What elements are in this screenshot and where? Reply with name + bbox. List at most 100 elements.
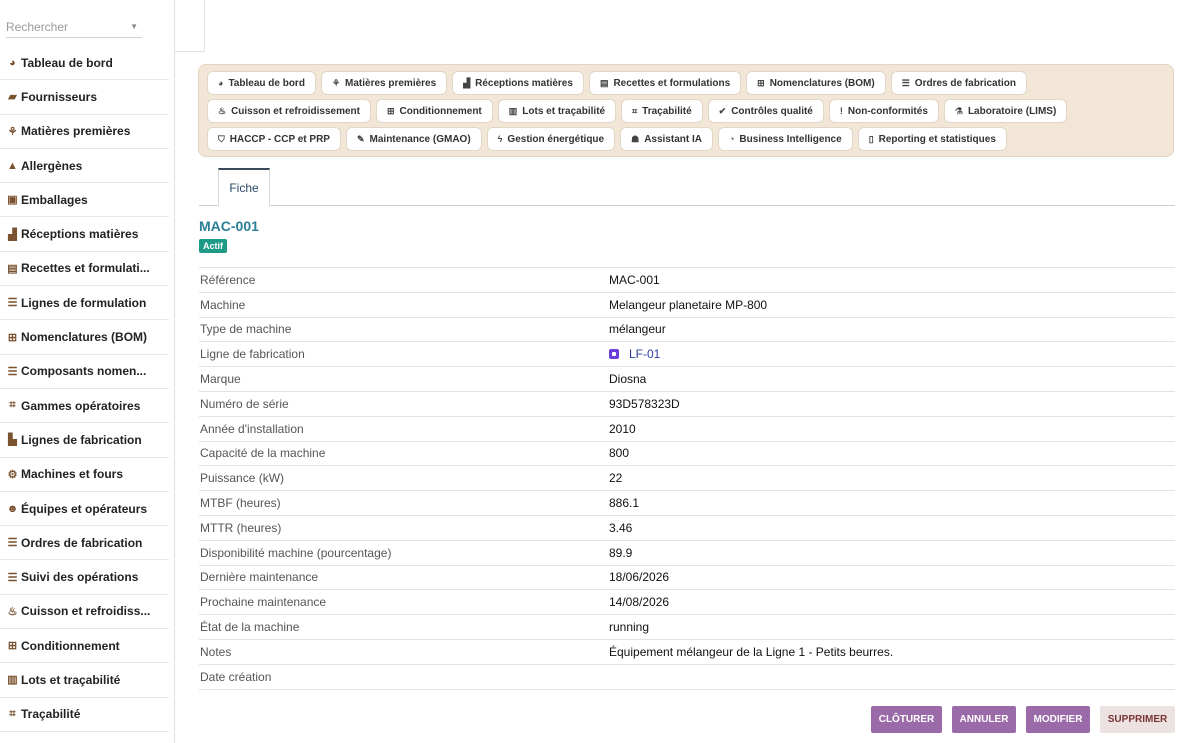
chart-pie-icon: ◔: [728, 134, 735, 144]
field-label: Référence: [200, 272, 256, 287]
sidebar-item-label: Lignes de formulation: [21, 295, 147, 310]
supprimer-button[interactable]: SUPPRIMER: [1100, 706, 1175, 733]
sidebar-item-2[interactable]: ⚘ Matières premières: [0, 115, 169, 149]
field-label: Type de machine: [200, 322, 292, 337]
field-value: 18/06/2026: [609, 570, 670, 585]
sidebar-item-label: Gammes opératoires: [21, 398, 141, 413]
search-input[interactable]: [6, 18, 126, 34]
field-label: Capacité de la machine: [200, 446, 326, 461]
sidebar-item-label: Emballages: [21, 192, 88, 207]
sidebar-item-16[interactable]: ♨ Cuisson et refroidiss...: [0, 595, 169, 630]
module-chip-2[interactable]: ▟ Réceptions matières: [452, 71, 584, 95]
sidebar-item-15[interactable]: ☰ Suivi des opérations: [0, 560, 169, 595]
sidebar-item-12[interactable]: ⚙ Machines et fours: [0, 458, 169, 492]
field-value: Diosna: [609, 372, 647, 387]
module-chip-3[interactable]: ▤ Recettes et formulations: [588, 71, 742, 95]
module-chip-11[interactable]: ! Non-conformités: [828, 99, 939, 123]
field-value: mélangeur: [609, 322, 666, 337]
module-chip-9[interactable]: ⌗ Traçabilité: [621, 99, 703, 123]
module-chip-5[interactable]: ☰ Ordres de fabrication: [890, 71, 1027, 95]
sidebar-item-0[interactable]: ◕ Tableau de bord: [0, 46, 169, 81]
module-chip-12[interactable]: ⚗ Laboratoire (LIMS): [943, 99, 1068, 123]
field-value: Équipement mélangeur de la Ligne 1 - Pet…: [609, 644, 894, 659]
field-label: Prochaine maintenance: [200, 595, 327, 610]
exclamation-circle-icon: !: [839, 106, 843, 116]
sidebar-item-3[interactable]: ▲ Allergènes: [0, 149, 169, 184]
sidebar-item-11[interactable]: ▙ Lignes de fabrication: [0, 423, 169, 458]
field-value: 22: [609, 471, 623, 486]
sidebar-nav: ◕ Tableau de bord ▰ Fournisseurs ⚘ Matières p…: [0, 46, 169, 732]
sidebar-item-17[interactable]: ⊞ Conditionnement: [0, 629, 169, 664]
field-value: 89.9: [609, 545, 633, 560]
field-label: Numéro de série: [200, 396, 289, 411]
field-row: Référence MAC-001: [199, 268, 1175, 293]
field-row: MTTR (heures) 3.46: [199, 516, 1175, 541]
modifier-button[interactable]: MODIFIER: [1026, 706, 1090, 733]
field-row: Prochaine maintenance 14/08/2026: [199, 590, 1175, 616]
module-chip-label: Gestion énergétique: [507, 133, 605, 145]
dashboard-icon: ◕: [218, 78, 224, 88]
module-chip-17[interactable]: ◔ Business Intelligence: [717, 127, 853, 151]
module-chip-label: Contrôles qualité: [731, 105, 813, 117]
sidebar-item-5[interactable]: ▟ Réceptions matières: [0, 217, 169, 252]
module-chip-13[interactable]: ⛉ HACCP - CCP et PRP: [207, 127, 341, 151]
module-chip-16[interactable]: ☗ Assistant IA: [620, 127, 713, 151]
field-row: Marque Diosna: [199, 367, 1175, 392]
module-chip-4[interactable]: ⊞ Nomenclatures (BOM): [746, 71, 886, 95]
module-chip-15[interactable]: ϟ Gestion énergétique: [486, 127, 616, 151]
field-label: MTBF (heures): [200, 496, 281, 511]
book-icon: ▤: [7, 262, 18, 275]
file-icon: ▯: [868, 133, 874, 144]
sidebar-item-4[interactable]: ▣ Emballages: [0, 183, 169, 218]
module-chip-label: Laboratoire (LIMS): [967, 105, 1057, 117]
wrench-icon: ✎: [356, 133, 365, 144]
module-chip-label: Recettes et formulations: [613, 77, 731, 89]
seedling-icon: ⚘: [7, 125, 18, 138]
sidebar-item-19[interactable]: ⌗ Traçabilité: [0, 698, 169, 732]
field-row: Année d'installation 2010: [199, 417, 1175, 442]
module-chip-label: Traçabilité: [642, 105, 692, 117]
bolt-icon: ϟ: [497, 134, 503, 144]
search-box[interactable]: ▼: [6, 18, 142, 38]
field-row: Puissance (kW) 22: [199, 466, 1175, 492]
module-chip-1[interactable]: ⚘ Matières premières: [320, 71, 448, 95]
sidebar-item-6[interactable]: ▤ Recettes et formulati...: [0, 252, 169, 287]
module-chip-8[interactable]: ▥ Lots et traçabilité: [497, 99, 617, 123]
module-chip-7[interactable]: ⊞ Conditionnement: [376, 99, 493, 123]
sidebar-item-label: Lots et traçabilité: [21, 672, 121, 687]
list-icon: ☰: [901, 77, 910, 88]
annuler-button[interactable]: ANNULER: [952, 706, 1016, 733]
sidebar-item-18[interactable]: ▥ Lots et traçabilité: [0, 663, 169, 698]
module-chip-6[interactable]: ♨ Cuisson et refroidissement: [207, 99, 371, 123]
sidebar-item-8[interactable]: ⊞ Nomenclatures (BOM): [0, 320, 169, 355]
field-row: MTBF (heures) 886.1: [199, 491, 1175, 516]
field-row: Dernière maintenance 18/06/2026: [199, 566, 1175, 591]
cloturer-button[interactable]: CLÔTURER: [871, 706, 942, 733]
module-chip-14[interactable]: ✎ Maintenance (GMAO): [345, 127, 482, 151]
field-label: État de la machine: [200, 620, 300, 635]
module-chip-18[interactable]: ▯ Reporting et statistiques: [857, 127, 1007, 151]
shield-icon: ⛉: [218, 133, 225, 144]
cogs-icon: ⚙: [7, 468, 18, 481]
sidebar-item-1[interactable]: ▰ Fournisseurs: [0, 80, 169, 115]
seedling-icon: ⚘: [331, 77, 341, 88]
tab-fiche[interactable]: Fiche: [218, 168, 270, 206]
record-fields: Référence MAC-001 Machine Melangeur planeta…: [199, 267, 1175, 690]
module-chip-0[interactable]: ◕ Tableau de bord: [207, 71, 316, 95]
sidebar-item-13[interactable]: ☻ Équipes et opérateurs: [0, 492, 169, 527]
sidebar-item-10[interactable]: ⌗ Gammes opératoires: [0, 389, 169, 424]
fire-icon: ♨: [218, 105, 227, 116]
sidebar-item-14[interactable]: ☰ Ordres de fabrication: [0, 526, 169, 561]
module-chip-10[interactable]: ✔ Contrôles qualité: [707, 99, 824, 123]
sidebar-item-9[interactable]: ☰ Composants nomen...: [0, 355, 169, 389]
route-icon: ⌗: [9, 399, 16, 412]
production-line-icon: [609, 349, 619, 360]
sidebar-item-7[interactable]: ☰ Lignes de formulation: [0, 286, 169, 321]
status-badge: Actif: [199, 239, 227, 253]
record-title: MAC-001: [199, 218, 259, 234]
warning-icon: ▲: [7, 159, 18, 172]
field-label: Marque: [200, 372, 241, 387]
module-chip-label: Assistant IA: [644, 133, 702, 145]
production-line-link[interactable]: LF-01: [629, 347, 660, 361]
chevron-down-icon[interactable]: ▼: [130, 22, 138, 31]
